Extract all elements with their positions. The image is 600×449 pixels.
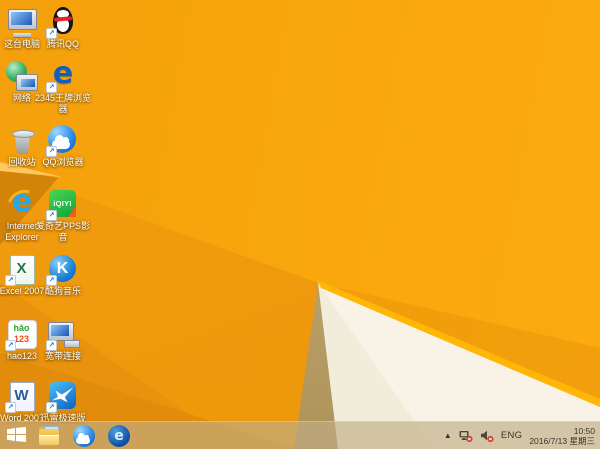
- broadband-icon: [46, 318, 80, 351]
- recycle-bin-icon: [5, 124, 39, 156]
- tray-expand-button[interactable]: ▲: [444, 431, 452, 440]
- taskbar-button-qq-browser[interactable]: [67, 422, 102, 449]
- qq-browser-icon: [46, 124, 80, 157]
- ie-icon: e: [108, 424, 131, 447]
- hao123-icon: hǎo 123: [5, 318, 39, 351]
- desktop-icon-iqiyi[interactable]: iQIYI 爱奇艺PPS影音: [36, 188, 90, 246]
- desktop-icon-label: 酷狗音乐: [44, 286, 81, 296]
- desktop-icon-hao123[interactable]: hǎo123 hao123: [0, 318, 44, 376]
- desktop-icon-label: QQ浏览器: [42, 157, 84, 167]
- iqiyi-icon: iQIYI: [46, 188, 80, 221]
- excel-2007-icon: X: [5, 253, 39, 286]
- desktop-icon-kugou[interactable]: K 酷狗音乐: [41, 253, 85, 311]
- desktop-icon-label: 腾讯QQ: [46, 39, 79, 49]
- desktop-icon-this-pc[interactable]: 这台电脑: [0, 6, 44, 64]
- taskbar-button-file-explorer[interactable]: [32, 422, 67, 449]
- desktop-icon-label: 2345王牌浏览器: [34, 93, 92, 114]
- desktop-icon-broadband[interactable]: 宽带连接: [41, 318, 85, 376]
- qq-browser-icon: [73, 424, 96, 447]
- browser-2345-icon: e: [46, 58, 80, 93]
- network-icon: [5, 60, 39, 92]
- kugou-icon: K: [46, 253, 80, 286]
- xunlei-icon: [46, 380, 80, 413]
- clock-date: 2016/7/13 星期三: [529, 435, 595, 446]
- desktop-icon-qq-browser[interactable]: QQ浏览器: [41, 124, 85, 182]
- system-tray: ▲ ENG 10:50 2016/7/13 星期三: [444, 422, 600, 449]
- this-pc-icon: [5, 6, 39, 38]
- desktop-icon-label: 宽带连接: [44, 351, 81, 361]
- taskbar-clock[interactable]: 10:50 2016/7/13 星期三: [529, 426, 595, 446]
- desktop-icon-grid: 这台电脑 腾讯QQ 网络 e 2345王牌浏览器 回收站 QQ浏览器 e Int…: [0, 0, 600, 449]
- desktop: 这台电脑 腾讯QQ 网络 e 2345王牌浏览器 回收站 QQ浏览器 e Int…: [0, 0, 600, 449]
- desktop-icon-label: 爱奇艺PPS影音: [35, 221, 90, 242]
- language-indicator[interactable]: ENG: [501, 430, 523, 441]
- word-2007-icon: W: [5, 380, 39, 413]
- desktop-icon-recycle-bin[interactable]: 回收站: [0, 124, 44, 182]
- volume-muted-icon[interactable]: [480, 429, 494, 443]
- start-button[interactable]: [0, 422, 32, 449]
- tencent-qq-icon: [46, 6, 80, 39]
- file-explorer-icon: [38, 425, 61, 447]
- windows-logo-icon: [6, 426, 26, 445]
- taskbar-button-ie[interactable]: e: [102, 422, 137, 449]
- taskbar: e ▲ ENG 10:50 2016/7/13 星期三: [0, 421, 600, 449]
- desktop-icon-browser-2345[interactable]: e 2345王牌浏览器: [35, 58, 91, 118]
- taskbar-buttons: e: [32, 422, 137, 449]
- internet-explorer-icon: e: [1, 183, 47, 229]
- network-disconnected-icon[interactable]: [459, 429, 473, 443]
- desktop-icon-excel-2007[interactable]: X Excel 2007: [0, 253, 44, 311]
- clock-time: 10:50: [573, 425, 595, 436]
